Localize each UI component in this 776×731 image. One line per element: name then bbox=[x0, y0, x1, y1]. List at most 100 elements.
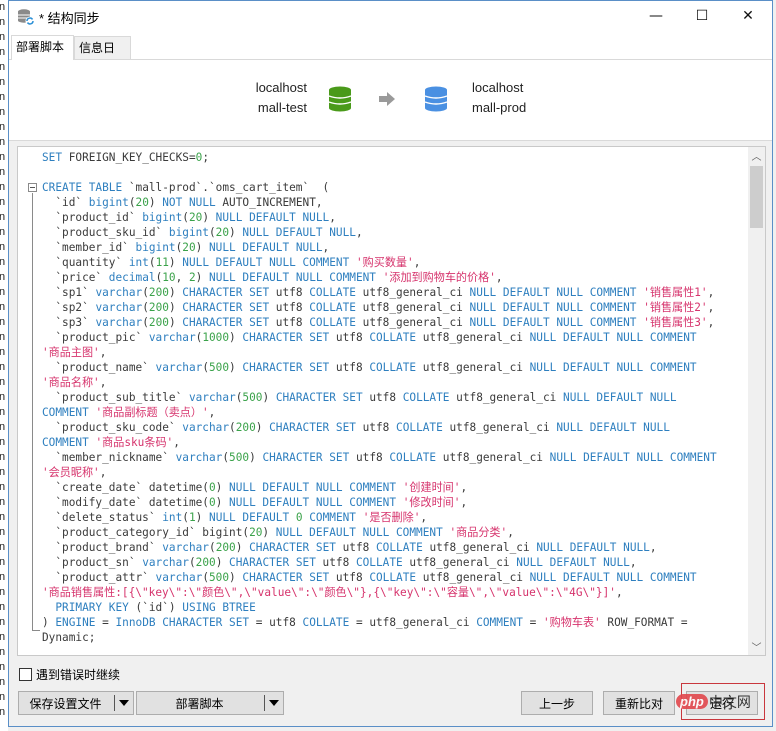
sql-text: ) bbox=[262, 526, 276, 539]
sql-keyword: varchar bbox=[155, 361, 203, 374]
dropdown-caret-icon[interactable] bbox=[269, 700, 279, 706]
maximize-button[interactable]: ☐ bbox=[679, 1, 725, 31]
sql-text: utf8 bbox=[269, 286, 310, 299]
sql-keyword: bigint bbox=[142, 211, 183, 224]
background-text: n bbox=[0, 46, 6, 58]
continue-on-error-checkbox[interactable] bbox=[19, 667, 32, 681]
dropdown-caret-icon[interactable] bbox=[119, 700, 129, 706]
source-database-icon bbox=[328, 86, 352, 112]
sql-text: ( bbox=[229, 421, 236, 434]
code-line: `sp1` varchar(200) CHARACTER SET utf8 CO… bbox=[18, 285, 748, 300]
background-text: n bbox=[0, 631, 6, 643]
scrollbar-thumb[interactable] bbox=[750, 166, 763, 228]
background-text: n bbox=[0, 601, 6, 613]
background-text: n bbox=[0, 106, 6, 118]
sql-keyword: COLLATE bbox=[369, 361, 417, 374]
sql-text: = utf8_general_ci bbox=[349, 616, 477, 629]
sql-text: utf8_general_ci bbox=[442, 421, 557, 434]
sql-string: '添加到购物车的价格' bbox=[382, 271, 496, 284]
source-database: mall-test bbox=[257, 100, 307, 115]
sql-keyword: CHARACTER SET bbox=[275, 391, 363, 404]
tab-deploy-script[interactable]: 部署脚本 bbox=[11, 35, 74, 60]
sql-keyword: CHARACTER SET bbox=[242, 331, 330, 344]
run-button[interactable]: 运行 bbox=[686, 691, 758, 715]
code-line: COMMENT '商品sku条码', bbox=[18, 435, 748, 450]
sql-keyword: USING BTREE bbox=[182, 601, 256, 614]
sql-keyword: NULL DEFAULT NULL bbox=[209, 241, 323, 254]
sql-keyword: COLLATE bbox=[355, 556, 403, 569]
sql-text: ) bbox=[168, 256, 183, 269]
tab-info-log[interactable]: 信息日志 bbox=[74, 36, 131, 77]
sql-text: utf8 bbox=[329, 361, 370, 374]
sql-string: '销售属性1' bbox=[643, 286, 708, 299]
sql-text: , bbox=[413, 256, 421, 269]
sql-keyword: COMMENT bbox=[309, 511, 356, 524]
sql-text: ) bbox=[215, 556, 230, 569]
sql-number: 0 bbox=[208, 481, 216, 494]
sql-number: 500 bbox=[209, 361, 230, 374]
sql-text: utf8 bbox=[349, 451, 390, 464]
sql-string: '创建时间' bbox=[402, 481, 461, 494]
background-text: n bbox=[0, 616, 6, 628]
sql-text: utf8 bbox=[269, 316, 310, 329]
minimize-button[interactable]: — bbox=[633, 1, 679, 31]
background-text: n bbox=[0, 16, 6, 28]
arrow-right-icon bbox=[379, 92, 395, 106]
sql-text: (`id`) bbox=[128, 601, 183, 614]
sql-text: ( bbox=[128, 196, 136, 209]
close-button[interactable]: ✕ bbox=[725, 1, 771, 31]
code-line: `product_attr` varchar(500) CHARACTER SE… bbox=[18, 570, 748, 585]
background-text: n bbox=[0, 211, 6, 223]
background-text: n bbox=[0, 466, 6, 478]
sql-text: `mall-prod`.`oms_cart_item` ( bbox=[122, 181, 330, 194]
sql-keyword: CHARACTER SET bbox=[229, 556, 316, 569]
sql-text: ( bbox=[202, 571, 209, 584]
scroll-down-icon[interactable]: ﹀ bbox=[748, 638, 765, 655]
sql-text: , bbox=[507, 526, 514, 539]
sql-text: FOREIGN_KEY_CHECKS= bbox=[62, 151, 196, 164]
sql-text: , bbox=[420, 511, 428, 524]
save-settings-label: 保存设置文件 bbox=[29, 696, 102, 711]
fold-toggle-icon[interactable] bbox=[28, 183, 37, 192]
sql-keyword: COLLATE bbox=[369, 571, 417, 584]
sql-text: ) bbox=[168, 316, 183, 329]
sql-text: ) bbox=[195, 241, 209, 254]
sql-text: , bbox=[649, 541, 657, 554]
sql-script-editor[interactable]: SET FOREIGN_KEY_CHECKS=0; CREATE TABLE `m… bbox=[17, 146, 766, 656]
sql-keyword: varchar bbox=[155, 571, 203, 584]
background-text: n bbox=[0, 541, 6, 553]
sql-text: = bbox=[95, 616, 116, 629]
sql-text: ) bbox=[42, 616, 56, 629]
continue-on-error-option[interactable]: 遇到错误时继续 bbox=[19, 665, 120, 683]
sql-keyword: int bbox=[128, 256, 149, 269]
sql-keyword: NULL DEFAULT NULL bbox=[215, 211, 330, 224]
sql-text: ) bbox=[249, 451, 263, 464]
sql-string: '销售属性2' bbox=[643, 301, 708, 314]
background-text: n bbox=[0, 436, 6, 448]
sql-text: `product_pic` bbox=[42, 331, 149, 344]
split-separator bbox=[114, 695, 115, 711]
sql-keyword: NULL DEFAULT NULL COMMENT bbox=[275, 526, 443, 539]
sql-text: utf8 bbox=[355, 421, 397, 434]
sql-text: ) bbox=[195, 511, 210, 524]
sql-text: ) bbox=[229, 226, 243, 239]
sql-text: , bbox=[460, 496, 468, 509]
sql-text: utf8_general_ci bbox=[449, 391, 564, 404]
sql-keyword: CREATE TABLE bbox=[42, 181, 123, 194]
background-text: n bbox=[0, 1, 6, 13]
vertical-scrollbar[interactable]: ︿ ﹀ bbox=[748, 147, 765, 655]
background-text: n bbox=[0, 571, 6, 583]
previous-step-button[interactable]: 上一步 bbox=[521, 691, 593, 715]
recompare-button[interactable]: 重新比对 bbox=[603, 691, 675, 715]
sql-text: utf8_general_ci bbox=[416, 571, 530, 584]
deploy-script-button[interactable]: 部署脚本 bbox=[136, 691, 284, 715]
minimize-icon: — bbox=[649, 8, 663, 24]
sql-number: 500 bbox=[229, 451, 250, 464]
background-text: n bbox=[0, 556, 6, 568]
scroll-up-icon[interactable]: ︿ bbox=[748, 147, 765, 164]
save-settings-button[interactable]: 保存设置文件 bbox=[18, 691, 134, 715]
sql-text: ( bbox=[208, 226, 216, 239]
